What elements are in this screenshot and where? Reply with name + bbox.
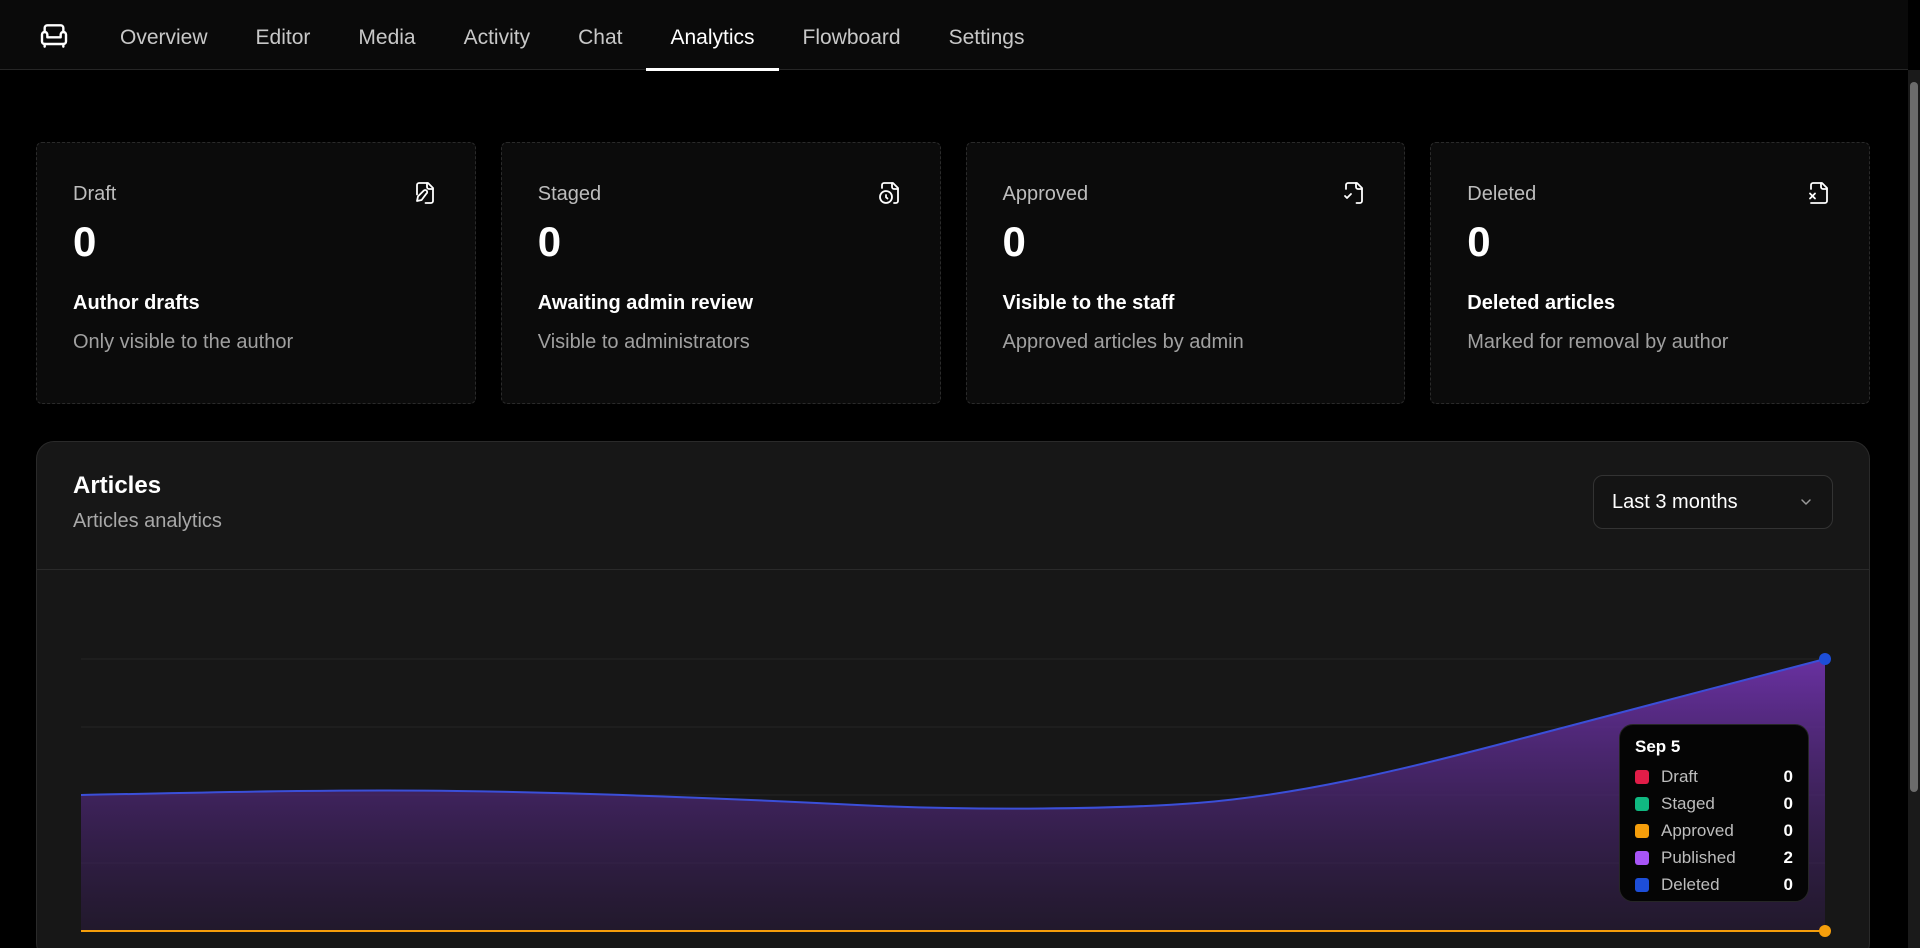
staged-swatch (1635, 796, 1649, 811)
nav-activity[interactable]: Activity (440, 0, 555, 70)
main-nav: Overview Editor Media Activity Chat Anal… (96, 0, 1049, 71)
tooltip-series-value: 0 (1783, 793, 1793, 813)
range-select[interactable]: Last 3 months (1593, 475, 1833, 529)
tooltip-series-name: Deleted (1661, 874, 1720, 894)
card-subtitle: Only visible to the author (73, 331, 294, 353)
file-x-icon (1809, 182, 1828, 204)
tooltip-title: Sep 5 (1635, 737, 1681, 756)
scrollbar-thumb[interactable] (1910, 82, 1918, 792)
file-pen-icon (415, 182, 434, 204)
nav-media[interactable]: Media (334, 0, 439, 70)
card-subtitle: Approved articles by admin (1002, 331, 1244, 353)
page-scrollbar[interactable] (1908, 70, 1920, 948)
tooltip-row-approved: Approved 0 (1635, 817, 1793, 844)
tooltip-series-value: 0 (1783, 820, 1793, 840)
active-point-baseline[interactable] (1819, 925, 1831, 937)
status-cards: Draft 0 Author drafts Only visible to th… (36, 142, 1870, 404)
tooltip-row-draft: Draft 0 (1635, 763, 1793, 790)
card-title: Awaiting admin review (537, 292, 753, 314)
card-value: 0 (1002, 218, 1026, 265)
card-label: Deleted (1467, 183, 1537, 205)
card-label: Approved (1002, 183, 1089, 205)
card-label: Staged (537, 183, 602, 205)
panel-title: Articles (73, 472, 162, 499)
panel-header: Articles Articles analytics Last 3 month… (37, 442, 1869, 570)
card-label: Draft (73, 183, 117, 205)
card-title: Author drafts (73, 292, 200, 314)
tooltip-row-published: Published 2 (1635, 844, 1793, 871)
tooltip-series-value: 0 (1783, 874, 1793, 894)
armchair-logo-icon[interactable] (38, 20, 70, 52)
tooltip-series-name: Draft (1661, 766, 1698, 786)
tooltip-row-staged: Staged 0 (1635, 790, 1793, 817)
card-value: 0 (1467, 218, 1491, 265)
card-draft: Draft 0 Author drafts Only visible to th… (36, 142, 476, 404)
file-clock-icon (878, 182, 899, 204)
approved-swatch (1635, 823, 1649, 838)
published-swatch (1635, 850, 1649, 865)
tooltip-row-deleted: Deleted 0 (1635, 871, 1793, 898)
deleted-swatch (1635, 877, 1649, 892)
tooltip-series-name: Approved (1661, 820, 1734, 840)
nav-overview[interactable]: Overview (96, 0, 232, 70)
nav-settings[interactable]: Settings (925, 0, 1049, 70)
nav-editor[interactable]: Editor (232, 0, 335, 70)
card-subtitle: Visible to administrators (537, 331, 750, 353)
card-value: 0 (537, 218, 562, 265)
card-staged: Staged 0 Awaiting admin review Visible t… (500, 142, 941, 404)
nav-analytics[interactable]: Analytics (646, 0, 779, 71)
active-point-top[interactable] (1819, 653, 1831, 665)
tooltip-series-value: 2 (1783, 847, 1793, 867)
card-approved: Approved 0 Visible to the staff Approved… (965, 142, 1406, 404)
articles-area-chart[interactable]: Aug 31Sep 4Sep 5 (37, 571, 1870, 948)
chart-tooltip: Sep 5 Draft 0 Staged 0 Approved 0 Publis… (1619, 724, 1809, 902)
range-select-value: Last 3 months (1612, 490, 1738, 513)
chevron-down-icon (1801, 499, 1811, 505)
tooltip-series-name: Staged (1661, 793, 1715, 813)
nav-chat[interactable]: Chat (554, 0, 646, 70)
card-title: Deleted articles (1467, 292, 1616, 314)
card-value: 0 (73, 218, 97, 265)
card-deleted: Deleted 0 Deleted articles Marked for re… (1430, 142, 1870, 404)
file-check-icon (1344, 182, 1364, 204)
tooltip-series-name: Published (1661, 847, 1736, 867)
nav-flowboard[interactable]: Flowboard (779, 0, 925, 70)
top-navigation-bar: Overview Editor Media Activity Chat Anal… (0, 0, 1908, 71)
card-title: Visible to the staff (1002, 292, 1175, 314)
card-subtitle: Marked for removal by author (1467, 331, 1729, 353)
draft-swatch (1635, 769, 1649, 784)
articles-panel: Articles Articles analytics Last 3 month… (36, 441, 1870, 948)
panel-subtitle: Articles analytics (73, 510, 222, 532)
tooltip-series-value: 0 (1783, 766, 1793, 786)
